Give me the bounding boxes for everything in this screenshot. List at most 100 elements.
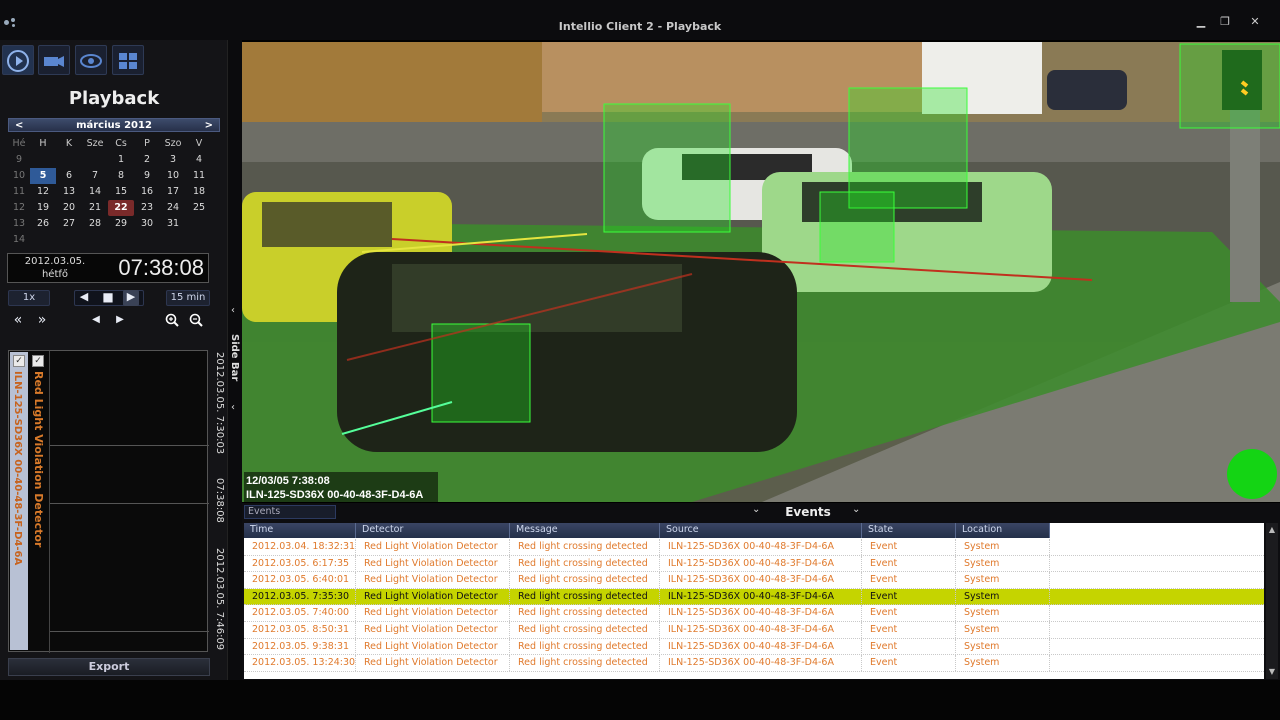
column-header[interactable]: Detector [356, 523, 510, 538]
step-forward-icon[interactable]: ▶ [112, 313, 128, 329]
calendar-day[interactable]: 14 [82, 184, 108, 200]
interval-button[interactable]: 15 min [166, 290, 210, 306]
table-row[interactable]: 2012.03.05. 9:38:31 Red Light Violation D… [244, 638, 1264, 656]
table-cell: ILN-125-SD36X 00-40-48-3F-D4-6A [660, 638, 862, 655]
fast-rewind-icon[interactable]: « [10, 313, 26, 329]
current-day: hétfő [41, 269, 69, 280]
calendar-day[interactable]: 2 [134, 152, 160, 168]
table-row[interactable]: 2012.03.04. 18:32:31 Red Light Violation … [244, 539, 1264, 556]
calendar-day[interactable]: 20 [56, 200, 82, 216]
export-button[interactable]: Export [8, 658, 210, 676]
calendar-day [56, 152, 82, 168]
calendar-day[interactable]: 28 [82, 216, 108, 232]
table-cell: Red light crossing detected [510, 572, 660, 589]
column-header[interactable]: Location [956, 523, 1050, 538]
calendar-day[interactable]: 12 [30, 184, 56, 200]
calendar-day[interactable]: 8 [108, 168, 134, 184]
video-player[interactable]: 12/03/05 7:38:08 ILN-125-SD36X 00-40-48-… [242, 42, 1280, 502]
calendar-day[interactable]: 26 [30, 216, 56, 232]
prev-month-button[interactable]: < [15, 120, 23, 131]
calendar-day[interactable]: 10 [160, 168, 186, 184]
osd-timestamp: 12/03/05 7:38:08 [246, 475, 330, 487]
current-datetime: 2012.03.05. hétfő 07:38:08 [7, 253, 209, 283]
chevron-down-icon[interactable]: ⌄ [852, 504, 860, 515]
calendar-day[interactable]: 22 [108, 200, 134, 216]
close-icon[interactable]: ✕ [1248, 16, 1262, 28]
timeline-start: 2012.03.05. 7:30:03 [214, 352, 225, 455]
calendar-day[interactable]: 5 [30, 168, 56, 184]
status-bar [0, 680, 1280, 720]
calendar-day[interactable]: 6 [56, 168, 82, 184]
calendar-day[interactable]: 29 [108, 216, 134, 232]
video-osd: 12/03/05 7:38:08 ILN-125-SD36X 00-40-48-… [244, 472, 438, 502]
events-tab[interactable]: Events [244, 505, 336, 519]
calendar-day[interactable]: 18 [186, 184, 212, 200]
minimize-icon[interactable]: ▁ [1194, 16, 1208, 28]
zoom-in-icon[interactable] [164, 313, 180, 329]
panel-title: Playback [68, 88, 160, 109]
events-scrollbar[interactable]: ▲ ▼ [1266, 523, 1278, 679]
column-header[interactable]: Time [244, 523, 356, 538]
calendar-day[interactable]: 27 [56, 216, 82, 232]
calendar-day[interactable]: 7 [82, 168, 108, 184]
camera-icon [44, 56, 64, 67]
speed-button[interactable]: 1x [8, 290, 50, 306]
restore-icon[interactable]: ❐ [1218, 16, 1232, 28]
calendar-day[interactable]: 15 [108, 184, 134, 200]
calendar-day[interactable]: 30 [134, 216, 160, 232]
calendar-day[interactable]: 31 [160, 216, 186, 232]
scroll-up-icon[interactable]: ▲ [1267, 525, 1277, 535]
calendar-day[interactable]: 3 [160, 152, 186, 168]
play-backward-icon[interactable]: ◀ [76, 290, 92, 306]
month-label: március 2012 [76, 119, 152, 131]
calendar-day[interactable]: 17 [160, 184, 186, 200]
table-cell: Red Light Violation Detector [356, 605, 510, 622]
scroll-down-icon[interactable]: ▼ [1267, 667, 1277, 677]
collapse-left-icon[interactable]: ‹ [231, 305, 235, 316]
calendar-day[interactable]: 25 [186, 200, 212, 216]
table-cell: 2012.03.05. 6:17:35 [244, 555, 356, 572]
calendar-day[interactable]: 16 [134, 184, 160, 200]
week-number: 9 [15, 154, 23, 165]
grid-layout-icon [119, 53, 137, 69]
step-back-icon[interactable]: ◀ [88, 313, 104, 329]
live-camera-button[interactable] [38, 45, 70, 75]
camera-checkbox[interactable]: ✓ [13, 355, 25, 367]
fast-forward-icon[interactable]: » [34, 313, 50, 329]
table-row[interactable]: 2012.03.05. 6:40:01 Red Light Violation D… [244, 572, 1264, 589]
calendar-day[interactable]: 4 [186, 152, 212, 168]
sidebar-toggle[interactable]: ‹ Side Bar ‹ [228, 40, 242, 680]
table-row[interactable]: 2012.03.05. 6:17:35 Red Light Violation D… [244, 555, 1264, 573]
timeline-track[interactable]: ✓ ✓ ILN-125-SD36X 00-40-48-3F-D4-6A Red … [8, 350, 209, 653]
timeline: ✓ ✓ ILN-125-SD36X 00-40-48-3F-D4-6A Red … [6, 350, 228, 653]
next-month-button[interactable]: > [205, 120, 213, 131]
status-indicator-icon [1227, 449, 1277, 499]
calendar-day[interactable]: 24 [160, 200, 186, 216]
calendar-day[interactable]: 11 [186, 168, 212, 184]
calendar-day[interactable]: 23 [134, 200, 160, 216]
detector-checkbox[interactable]: ✓ [32, 355, 44, 367]
calendar-day[interactable]: 19 [30, 200, 56, 216]
layout-button[interactable] [112, 45, 144, 75]
calendar-day[interactable]: 21 [82, 200, 108, 216]
calendar-day[interactable]: 1 [108, 152, 134, 168]
column-header[interactable]: State [862, 523, 956, 538]
stop-icon[interactable]: ■ [100, 290, 116, 306]
table-row[interactable]: 2012.03.05. 7:40:00 Red Light Violation D… [244, 605, 1264, 622]
calendar-day[interactable]: 9 [134, 168, 160, 184]
column-header[interactable]: Source [660, 523, 862, 538]
table-row[interactable]: 2012.03.05. 7:35:30 Red Light Violation D… [244, 588, 1264, 606]
week-number: 12 [12, 202, 26, 213]
play-forward-icon[interactable]: ▶ [123, 290, 139, 306]
playback-mode-button[interactable] [2, 45, 34, 75]
monitor-button[interactable] [75, 45, 107, 75]
calendar-day[interactable]: 13 [56, 184, 82, 200]
table-row[interactable]: 2012.03.05. 8:50:31 Red Light Violation D… [244, 622, 1264, 639]
zoom-out-icon[interactable] [188, 313, 204, 329]
table-row[interactable]: 2012.03.05. 13:24:30 Red Light Violation … [244, 655, 1264, 672]
collapse-right-icon[interactable]: ‹ [231, 402, 235, 413]
column-header[interactable]: Message [510, 523, 660, 538]
table-cell: System [956, 638, 1050, 655]
chevron-down-icon[interactable]: ⌄ [752, 504, 760, 515]
table-cell: ILN-125-SD36X 00-40-48-3F-D4-6A [660, 539, 862, 555]
